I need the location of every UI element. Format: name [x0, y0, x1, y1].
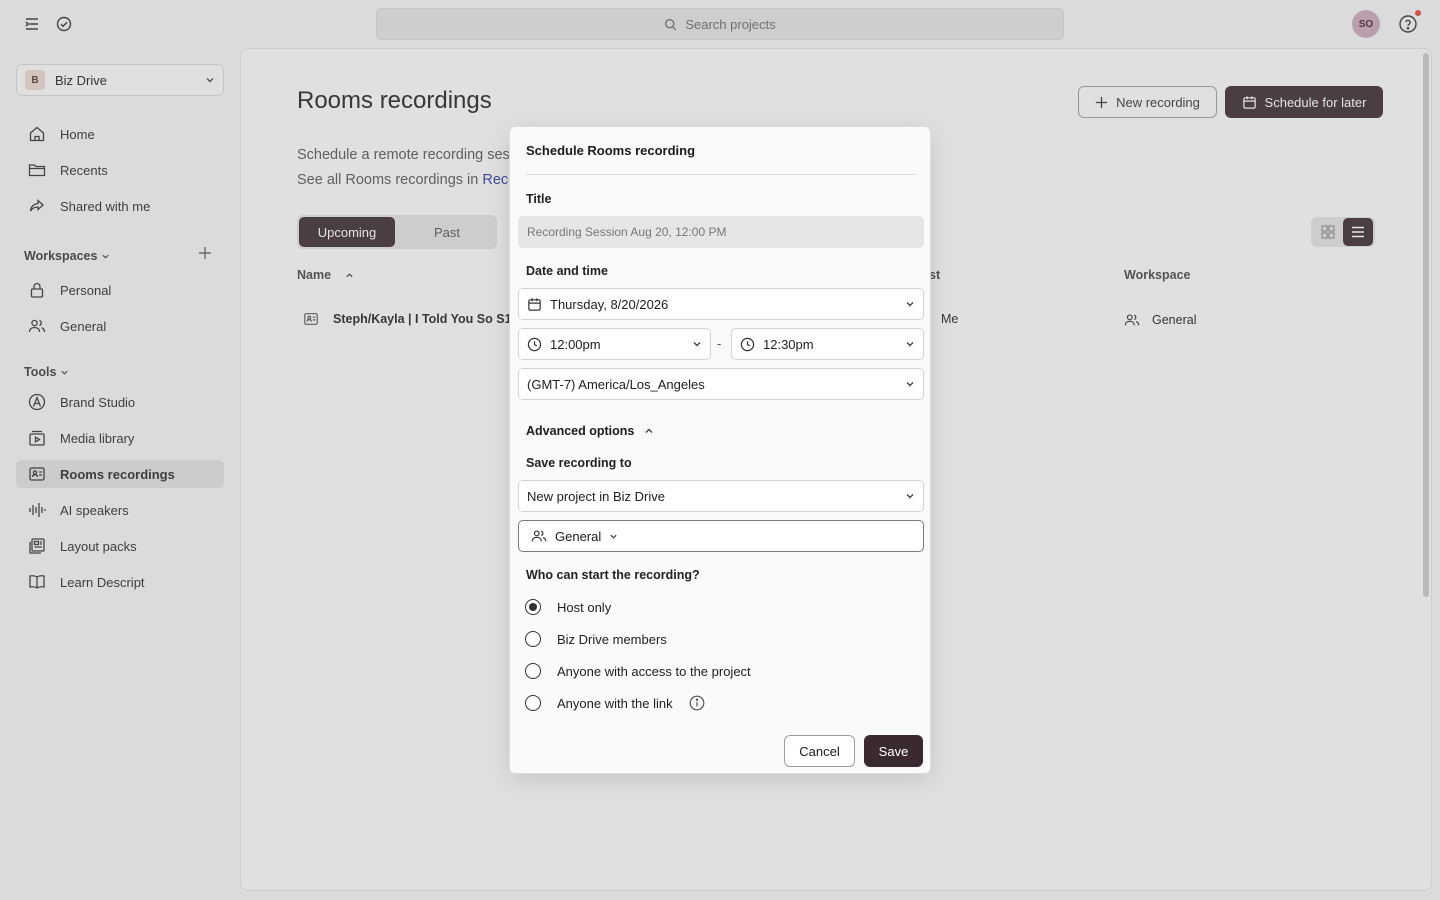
who-can-start-label: Who can start the recording? — [526, 568, 700, 582]
radio-label: Biz Drive members — [557, 631, 667, 647]
save-to-label: Save recording to — [526, 456, 632, 470]
clock-icon — [527, 337, 542, 351]
calendar-icon — [528, 297, 541, 311]
radio-label: Host only — [557, 599, 612, 615]
chevron-down-icon — [610, 534, 617, 539]
end-time-value: 12:30pm — [763, 336, 814, 352]
radio-host-only[interactable]: Host only — [525, 599, 611, 615]
divider — [526, 174, 916, 175]
radio-drive-members[interactable]: Biz Drive members — [525, 631, 667, 647]
end-time-select[interactable]: 12:30pm — [731, 328, 924, 360]
title-label: Title — [526, 192, 552, 206]
info-icon[interactable] — [689, 695, 705, 711]
title-input[interactable]: Recording Session Aug 20, 12:00 PM — [518, 216, 924, 248]
radio-button[interactable] — [525, 695, 541, 711]
start-time-value: 12:00pm — [550, 336, 601, 352]
schedule-dialog: Schedule Rooms recording Title Recording… — [509, 126, 931, 774]
cancel-button[interactable]: Cancel — [784, 735, 855, 767]
dialog-title: Schedule Rooms recording — [526, 143, 696, 158]
timezone-value: (GMT-7) America/Los_Angeles — [527, 376, 705, 392]
radio-label: Anyone with the link — [557, 695, 673, 711]
date-select[interactable]: Thursday, 8/20/2026 — [518, 288, 924, 320]
radio-button[interactable] — [525, 631, 541, 647]
chevron-up-icon — [645, 428, 653, 433]
save-button[interactable]: Save — [864, 735, 923, 767]
radio-anyone-with-link[interactable]: Anyone with the link — [525, 695, 705, 711]
chevron-down-icon — [693, 342, 701, 347]
date-time-label: Date and time — [526, 264, 608, 278]
advanced-options-toggle[interactable]: Advanced options — [526, 424, 654, 438]
save-to-value: New project in Biz Drive — [527, 488, 665, 504]
radio-label: Anyone with access to the project — [557, 663, 751, 679]
chevron-down-icon — [906, 342, 914, 347]
radio-button[interactable] — [525, 663, 541, 679]
save-to-select[interactable]: New project in Biz Drive — [518, 480, 924, 512]
radio-anyone-with-access[interactable]: Anyone with access to the project — [525, 663, 751, 679]
clock-icon — [740, 337, 755, 351]
chevron-down-icon — [906, 302, 914, 307]
chevron-down-icon — [906, 494, 914, 499]
advanced-options-label: Advanced options — [526, 424, 635, 438]
workspace-select-value: General — [555, 528, 602, 544]
time-range-separator: - — [717, 336, 722, 351]
date-value: Thursday, 8/20/2026 — [550, 296, 669, 312]
title-input-value: Recording Session Aug 20, 12:00 PM — [527, 225, 727, 239]
users-icon — [531, 530, 547, 542]
radio-button-selected[interactable] — [525, 599, 541, 615]
workspace-select[interactable]: General — [518, 520, 924, 552]
start-time-select[interactable]: 12:00pm — [518, 328, 711, 360]
timezone-select[interactable]: (GMT-7) America/Los_Angeles — [518, 368, 924, 400]
chevron-down-icon — [906, 382, 914, 387]
